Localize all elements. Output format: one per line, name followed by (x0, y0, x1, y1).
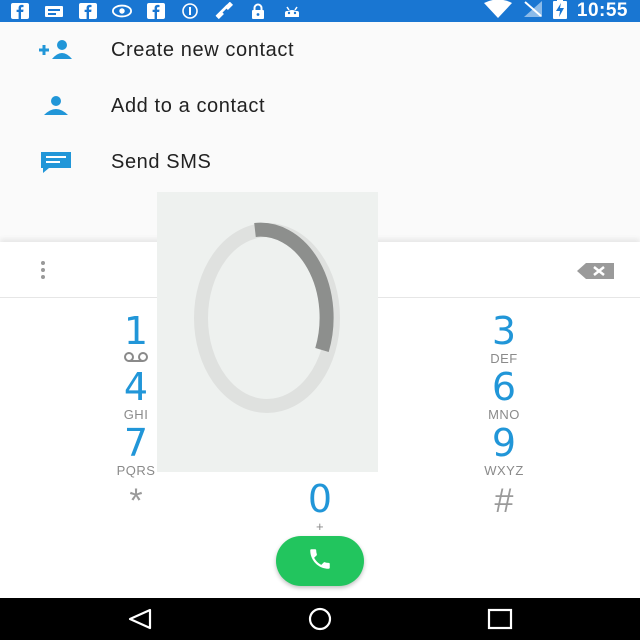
backspace-icon[interactable] (576, 262, 616, 280)
menu-item-label: Send SMS (111, 150, 212, 173)
facebook-icon (10, 3, 30, 19)
key-digit: 6 (491, 365, 517, 409)
menu-item-label: Create new contact (111, 38, 295, 61)
navigation-bar (0, 598, 640, 640)
sms-icon (36, 147, 76, 177)
signal-icon (523, 0, 543, 23)
person-icon (36, 91, 76, 121)
facebook-icon (146, 3, 166, 19)
lock-icon (248, 3, 268, 19)
status-bar: 10:55 (0, 0, 640, 22)
satellite-icon (214, 2, 234, 20)
key-digit: 3 (491, 309, 517, 353)
call-button[interactable] (276, 536, 364, 586)
key-9[interactable]: 9 WXYZ (444, 424, 564, 480)
wifi-icon (483, 0, 513, 23)
home-icon[interactable] (305, 607, 333, 631)
system-icons: 10:55 (483, 0, 628, 22)
message-icon (44, 3, 64, 19)
menu-item-label: Add to a contact (111, 94, 266, 117)
loading-overlay (157, 192, 378, 472)
key-letters: + (315, 519, 325, 534)
key-letters: MNO (488, 407, 520, 422)
key-3[interactable]: 3 DEF (444, 312, 564, 368)
android-icon (282, 3, 302, 19)
clock: 10:55 (576, 0, 628, 21)
facebook-icon (78, 3, 98, 19)
key-star[interactable]: * (76, 482, 196, 538)
key-letters: WXYZ (484, 463, 524, 478)
key-letters: DEF (490, 351, 518, 366)
key-symbol: * (129, 482, 143, 520)
recents-icon[interactable] (486, 607, 514, 631)
overflow-menu-icon[interactable] (38, 260, 48, 280)
add-contact-icon (36, 35, 76, 65)
info-icon (180, 3, 200, 19)
loading-spinner-icon (157, 222, 378, 476)
key-0[interactable]: 0 + (260, 480, 380, 536)
battery-charging-icon (552, 0, 567, 24)
notification-icons (10, 2, 302, 20)
phone-icon (307, 546, 333, 577)
eye-icon (112, 3, 132, 19)
key-6[interactable]: 6 MNO (444, 368, 564, 424)
create-new-contact-item[interactable]: Create new contact (0, 22, 640, 78)
send-sms-item[interactable]: Send SMS (0, 134, 640, 190)
key-symbol: # (494, 482, 514, 520)
add-to-contact-item[interactable]: Add to a contact (0, 78, 640, 134)
key-hash[interactable]: # (444, 482, 564, 538)
back-icon[interactable] (126, 607, 154, 631)
key-digit: 9 (491, 421, 517, 465)
key-digit: 0 (307, 477, 333, 521)
